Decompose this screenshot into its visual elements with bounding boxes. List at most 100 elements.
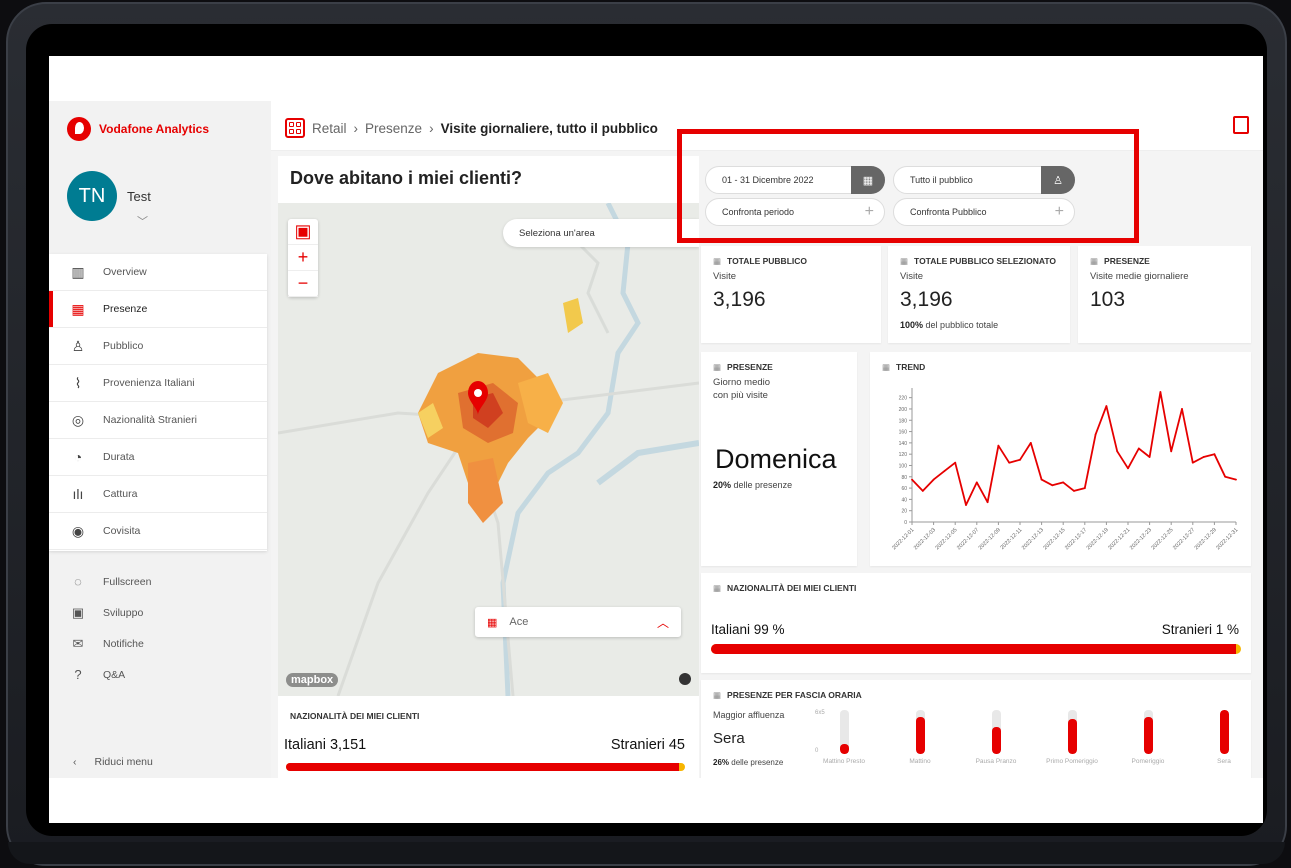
peak-pct: 26%: [713, 758, 730, 767]
trend-point: [932, 478, 935, 481]
trend-point: [1127, 467, 1129, 470]
chevron-down-icon[interactable]: ﹀: [137, 213, 148, 229]
breadcrumb-presenze[interactable]: Presenze: [365, 121, 422, 136]
util-item-fullscreen[interactable]: ◌ Fullscreen: [49, 566, 267, 597]
x-tick-label: 2022-12-19: [1086, 527, 1110, 551]
info-icon[interactable]: [679, 673, 691, 685]
nav-item-label: Covisita: [103, 525, 141, 537]
trend-point: [1062, 481, 1065, 484]
trend-point: [997, 444, 1000, 447]
compare-audience-button[interactable]: Confronta Pubblico +: [893, 198, 1075, 226]
card-value: 103: [1090, 288, 1126, 311]
trend-point: [921, 490, 924, 492]
user-name: Test: [127, 188, 151, 204]
select-area-button[interactable]: Seleziona un'area: [503, 219, 699, 247]
time-slot-track: [840, 710, 849, 754]
export-icon[interactable]: [1233, 116, 1249, 134]
user-profile[interactable]: TN Test ﹀: [67, 171, 151, 228]
people-icon[interactable]: ♙: [1041, 166, 1075, 194]
card-presenze: PRESENZE Visite medie giornaliere 103: [1078, 246, 1251, 343]
nav-item-cattura[interactable]: ılı Cattura: [49, 476, 267, 513]
map-panel: Dove abitano i miei clienti? ▣ + − Selez…: [278, 156, 699, 778]
date-filter[interactable]: 01 - 31 Dicembre 2022 ▦: [705, 166, 885, 194]
filter-panel: 01 - 31 Dicembre 2022 ▦ Tutto il pubblic…: [699, 156, 1263, 244]
x-tick-label: 2022-12-15: [1042, 527, 1066, 551]
audience-filter[interactable]: Tutto il pubblico ♙: [893, 166, 1075, 194]
breadcrumb-retail[interactable]: Retail: [312, 121, 347, 136]
calendar-icon: ▦: [71, 300, 85, 317]
zoom-out-button[interactable]: −: [288, 271, 318, 297]
trend-series-line: [911, 391, 1237, 506]
trend-point: [975, 481, 978, 484]
nav-item-overview[interactable]: ▥ Overview: [49, 254, 267, 291]
nav-item-provenienza-italiani[interactable]: ⌇ Provenienza Italiani: [49, 365, 267, 402]
nav-item-nazionalita-stranieri[interactable]: ◎ Nazionalità Stranieri: [49, 402, 267, 439]
card-note-text: del pubblico totale: [925, 320, 999, 330]
card-subtitle: Giorno medio con più visite: [713, 376, 770, 402]
time-slot-track: [992, 710, 1001, 754]
trend-point: [943, 470, 946, 473]
signal-icon: ılı: [72, 486, 84, 502]
date-filter-value: 01 - 31 Dicembre 2022: [722, 175, 814, 185]
foreign-count: Stranieri 45: [610, 737, 685, 753]
nav-item-covisita[interactable]: ◉ Covisita: [49, 513, 267, 550]
trend-point: [1137, 447, 1140, 450]
trend-point: [1170, 450, 1173, 453]
card-subtitle-line2: con più visite: [713, 390, 768, 401]
x-tick-label: 2022-12-09: [978, 527, 1002, 551]
brand[interactable]: Vodafone Analytics: [67, 117, 209, 141]
x-tick-label: 2022-12-29: [1194, 527, 1218, 551]
x-tick-label: 2022-12-21: [1107, 527, 1131, 551]
peak-note: 26% delle presenze: [713, 758, 783, 767]
layer-select[interactable]: ▦ Ace ︿: [475, 607, 681, 637]
nav-item-label: Overview: [103, 266, 147, 278]
nav-item-durata[interactable]: ◔ Durata: [49, 439, 267, 476]
y-tick-label: 160: [899, 430, 908, 436]
util-item-qa[interactable]: ? Q&A: [49, 659, 267, 690]
italy-icon: ⌇: [74, 374, 82, 391]
chevron-up-icon: ︿: [656, 615, 669, 630]
y-tick-label: 40: [901, 497, 907, 503]
nationality-bar: [286, 763, 685, 771]
apps-grid-icon[interactable]: [285, 118, 305, 138]
card-note: 20% delle presenze: [713, 480, 792, 490]
foreign-share: Stranieri 1 %: [1161, 622, 1239, 637]
nav-item-presenze[interactable]: ▦ Presenze: [49, 291, 267, 328]
developer-icon: ▣: [71, 604, 85, 620]
calendar-icon[interactable]: ▦: [851, 166, 885, 194]
zoom-in-button[interactable]: +: [288, 245, 318, 271]
map-layers-icon[interactable]: ▣: [288, 219, 318, 245]
x-tick-label: 2022-12-31: [1215, 527, 1239, 551]
trend-point: [986, 501, 989, 504]
x-tick-label: 2022-12-07: [956, 527, 980, 551]
nav-item-pubblico[interactable]: ♙ Pubblico: [49, 328, 267, 365]
compare-audience-label: Confronta Pubblico: [910, 207, 987, 217]
peak-value: Sera: [713, 730, 745, 747]
italian-share: Italiani 99 %: [711, 622, 785, 637]
nav-item-label: Nazionalità Stranieri: [103, 414, 197, 426]
map[interactable]: ▣ + − Seleziona un'area ▦ Ace ︿ mapbox: [278, 203, 699, 696]
util-item-label: Notifiche: [103, 637, 144, 650]
card-title: NAZIONALITÀ DEI MIEI CLIENTI: [713, 583, 856, 594]
time-slot-bar: [1220, 710, 1229, 754]
trend-point: [911, 478, 913, 481]
nationality-summary-map: NAZIONALITÀ DEI MIEI CLIENTI Italiani 3,…: [278, 701, 699, 778]
card-note-pct: 20%: [713, 480, 732, 490]
collapse-menu-button[interactable]: ‹ Riduci menu: [73, 756, 153, 768]
trend-point: [1181, 408, 1183, 410]
y-tick-label: 60: [901, 486, 907, 492]
card-title: PRESENZE: [1090, 256, 1150, 267]
map-title: Dove abitano i miei clienti?: [290, 168, 523, 188]
trend-point: [1235, 478, 1237, 481]
card-subtitle: Visite medie giornaliere: [1090, 271, 1189, 282]
area-polygon[interactable]: [563, 298, 583, 333]
compare-period-button[interactable]: Confronta periodo +: [705, 198, 885, 226]
compare-period-label: Confronta periodo: [722, 207, 795, 217]
util-item-notifiche[interactable]: ✉ Notifiche: [49, 628, 267, 659]
brand-name: Vodafone Analytics: [99, 122, 210, 136]
globe-icon: ◎: [71, 411, 85, 428]
mail-icon: ✉: [72, 635, 84, 651]
util-item-sviluppo[interactable]: ▣ Sviluppo: [49, 597, 267, 628]
x-tick-label: 2022-12-01: [891, 527, 915, 551]
y-tick-label: 120: [899, 452, 908, 458]
